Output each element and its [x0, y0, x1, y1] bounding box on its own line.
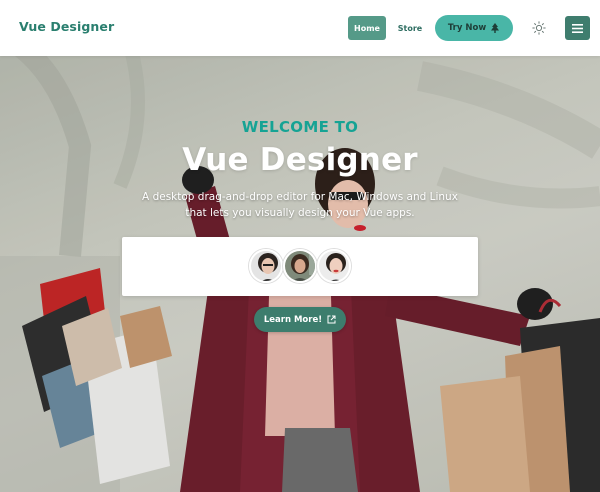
sun-icon — [532, 21, 546, 35]
navbar: Vue Designer Home Store Try Now — [0, 0, 600, 56]
avatar-card — [122, 237, 478, 296]
menu-button[interactable] — [565, 16, 590, 40]
avatar — [249, 249, 283, 283]
nav-home-button[interactable]: Home — [348, 16, 386, 40]
avatar — [317, 249, 351, 283]
nav-store-link[interactable]: Store — [392, 16, 428, 40]
tree-icon — [491, 23, 500, 33]
external-link-icon — [327, 315, 336, 324]
hamburger-menu-icon — [572, 23, 583, 33]
learn-more-label: Learn More! — [263, 314, 323, 325]
theme-toggle-button[interactable] — [530, 19, 548, 37]
learn-more-button[interactable]: Learn More! — [254, 307, 346, 332]
hero-subtitle-line-2: that lets you visually design your Vue a… — [185, 207, 415, 219]
avatar — [283, 249, 317, 283]
hero-subtitle: A desktop drag-and-drop editor for Mac, … — [120, 189, 480, 221]
hero-subtitle-line-1: A desktop drag-and-drop editor for Mac, … — [142, 191, 458, 203]
hero-title: Vue Designer — [182, 142, 418, 178]
hero-section: WELCOME TO Vue Designer A desktop drag-a… — [0, 56, 600, 492]
try-now-button[interactable]: Try Now — [435, 15, 513, 41]
try-now-label: Try Now — [447, 23, 487, 33]
brand-logo[interactable]: Vue Designer — [19, 19, 114, 34]
welcome-heading: WELCOME TO — [241, 118, 359, 136]
